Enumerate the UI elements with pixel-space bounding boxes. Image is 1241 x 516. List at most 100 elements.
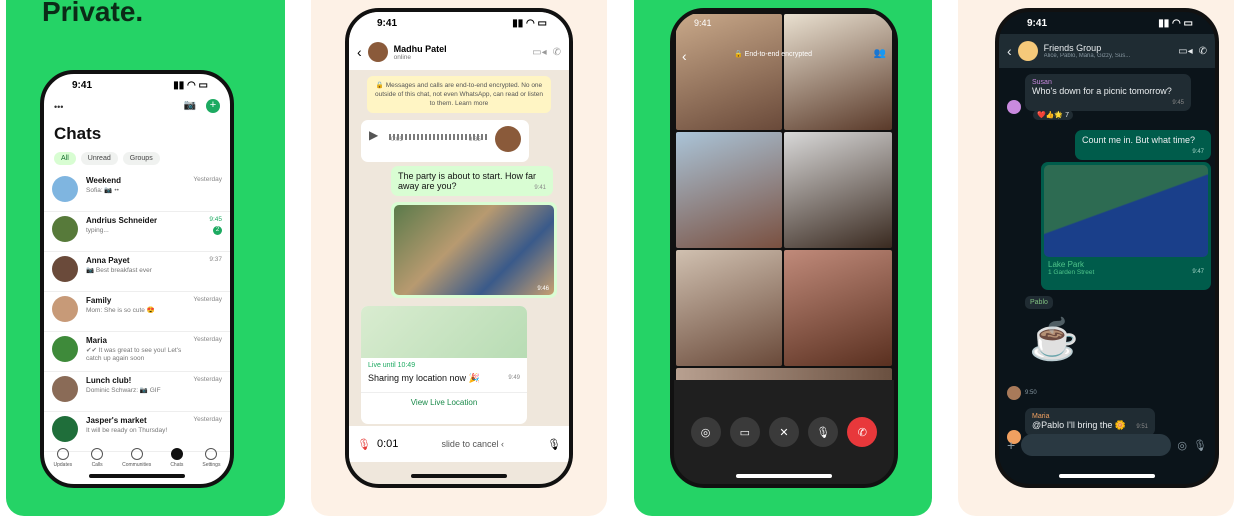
slide-to-cancel[interactable]: slide to cancel ‹	[398, 439, 547, 449]
chat-name: Lunch club!	[86, 376, 132, 385]
chat-preview: typing...	[86, 227, 109, 234]
message-input[interactable]	[1021, 434, 1172, 456]
status-time: 9:41	[72, 79, 93, 91]
mute-icon[interactable]: 🎙	[808, 417, 839, 447]
photo-message[interactable]: 9:46	[391, 202, 557, 298]
phone-icon	[91, 448, 104, 460]
end-call-button[interactable]: ✆	[847, 417, 878, 447]
mic-icon[interactable]: 🎙	[1193, 439, 1207, 452]
reactions[interactable]: ❤️👍🌟 7	[1033, 110, 1073, 120]
new-chat-icon[interactable]: +	[206, 99, 220, 113]
chat-content: Weekend Sofia: 📷 ••	[86, 176, 193, 195]
phone-chats: 9:41 ▮▮ ◠ ▭ ••• 📷 + Chats All Unread Grou…	[40, 70, 234, 488]
back-icon[interactable]: ‹	[1007, 43, 1012, 59]
camera-icon[interactable]: 📷	[184, 100, 196, 111]
place-name: Lake Park	[1048, 260, 1085, 269]
filter-bar: All Unread Groups	[54, 152, 160, 165]
add-participant-icon[interactable]: 👥	[874, 48, 886, 59]
participant-video[interactable]	[784, 132, 892, 248]
list-item[interactable]: Anna Payet 📷 Best breakfast ever 9:37	[44, 252, 230, 292]
message-time: 9:45	[1172, 100, 1184, 106]
encryption-label: 🔒 End-to-end encrypted	[734, 51, 812, 58]
phone-icon[interactable]: ✆	[1199, 46, 1207, 57]
avatar	[52, 416, 78, 442]
participant-video[interactable]	[784, 250, 892, 366]
filter-unread[interactable]: Unread	[80, 152, 118, 165]
panel-chats: Private. 9:41 ▮▮ ◠ ▭ ••• 📷 + Chats All Un…	[6, 0, 285, 516]
chat-meta: Yesterday	[193, 376, 222, 383]
home-indicator	[736, 474, 832, 478]
live-until: Live until 10:49	[368, 362, 416, 369]
participant-video[interactable]	[784, 14, 892, 130]
status-bar: 9:41 ▮▮ ◠ ▭	[349, 12, 569, 34]
message-time: 9:41	[534, 185, 546, 191]
video-off-icon[interactable]: ✕	[768, 417, 799, 447]
contact-name: Madhu Patel	[393, 43, 447, 54]
nav-updates[interactable]: Updates	[53, 448, 73, 468]
filter-all[interactable]: All	[54, 152, 76, 165]
list-item[interactable]: Family Mom: She is so cute 😍 Yesterday	[44, 292, 230, 332]
mic-icon[interactable]: 🎙	[547, 438, 561, 451]
chat-list: Weekend Sofia: 📷 •• Yesterday Andrius Schne…	[44, 172, 230, 452]
avatar	[52, 336, 78, 362]
filter-groups[interactable]: Groups	[122, 152, 160, 165]
list-item[interactable]: Andrius Schneider typing... 9:45 2	[44, 212, 230, 252]
message-time: 9:47	[1192, 149, 1204, 155]
back-icon[interactable]: ‹	[357, 44, 362, 60]
location-message[interactable]: Lake Park 1 Garden Street 9:47	[1041, 162, 1211, 290]
panel-group-chat: 9:41 ▮▮ ◠ ▭ ‹ Friends Group Alice, Pablo,…	[958, 0, 1234, 516]
nav-label: Updates	[53, 462, 73, 468]
phone-icon[interactable]: ✆	[553, 47, 561, 58]
chat-preview: Dominic Schwarz: 📷 GIF	[86, 387, 161, 394]
chat-header: ‹ Madhu Patel online ▭◂ ✆	[349, 34, 569, 70]
camera-icon[interactable]: ◎	[1177, 439, 1187, 452]
play-icon[interactable]: ▶	[369, 128, 378, 142]
list-item[interactable]: Lunch club! Dominic Schwarz: 📷 GIF Yesterd…	[44, 372, 230, 412]
nav-calls[interactable]: Calls	[91, 448, 104, 468]
chat-time: 9:37	[209, 256, 222, 263]
message-time: 9:47	[1192, 269, 1204, 275]
screen-share-icon[interactable]: ▭	[729, 417, 760, 447]
view-live-location-link[interactable]: View Live Location	[361, 392, 527, 407]
participant-video[interactable]	[676, 132, 782, 248]
list-item[interactable]: Maria ✔✔ It was great to see you! Let's c…	[44, 332, 230, 372]
more-icon[interactable]: •••	[54, 102, 63, 112]
encryption-notice[interactable]: 🔒 Messages and calls are end-to-end encr…	[367, 76, 551, 113]
home-indicator	[411, 474, 507, 478]
chat-time: Yesterday	[193, 336, 222, 343]
chat-time: 9:45	[209, 216, 222, 223]
group-name: Friends Group	[1043, 43, 1102, 53]
gear-icon	[205, 448, 218, 460]
live-location-card: Live until 10:49 Sharing my location now…	[361, 306, 527, 424]
composer-bar: + ◎ 🎙	[999, 428, 1215, 462]
avatar[interactable]	[367, 42, 388, 62]
camera-flip-icon[interactable]: ◎	[690, 417, 721, 447]
message-bubble: The party is about to start. How far awa…	[391, 166, 553, 196]
video-call-icon[interactable]: ▭◂	[532, 47, 546, 58]
participant-video[interactable]	[676, 14, 782, 130]
message-text: The party is about to start. How far awa…	[398, 171, 537, 191]
chat-content: Lunch club! Dominic Schwarz: 📷 GIF	[86, 376, 193, 395]
back-icon[interactable]: ‹	[682, 48, 687, 64]
nav-settings[interactable]: Settings	[202, 448, 220, 468]
chat-content: Jasper's market It will be ready on Thurs…	[86, 416, 193, 435]
map-thumbnail	[1044, 165, 1208, 257]
video-call-icon[interactable]: ▭◂	[1178, 46, 1192, 57]
plus-icon[interactable]: +	[1007, 437, 1015, 453]
updates-icon	[56, 448, 69, 460]
chat-meta: Yesterday	[193, 336, 222, 343]
chat-name: Jasper's market	[86, 416, 147, 425]
coffee-sticker[interactable]: ☕	[1029, 316, 1079, 363]
message-text: Who's down for a picnic tomorrow?	[1032, 86, 1172, 96]
unread-badge: 2	[213, 226, 222, 235]
nav-communities[interactable]: Communities	[122, 448, 151, 468]
group-members: Alice, Pablo, Maria, Gizzy, Sus...	[1043, 53, 1131, 59]
list-item[interactable]: Weekend Sofia: 📷 •• Yesterday	[44, 172, 230, 212]
chat-preview: Mom: She is so cute 😍	[86, 307, 155, 314]
message-time: 9:49	[508, 375, 520, 381]
avatar[interactable]	[1017, 41, 1038, 61]
message-text: Count me in. But what time?	[1082, 135, 1196, 145]
list-item[interactable]: Jasper's market It will be ready on Thurs…	[44, 412, 230, 452]
nav-chats[interactable]: Chats	[170, 448, 183, 468]
participant-video[interactable]	[676, 250, 782, 366]
